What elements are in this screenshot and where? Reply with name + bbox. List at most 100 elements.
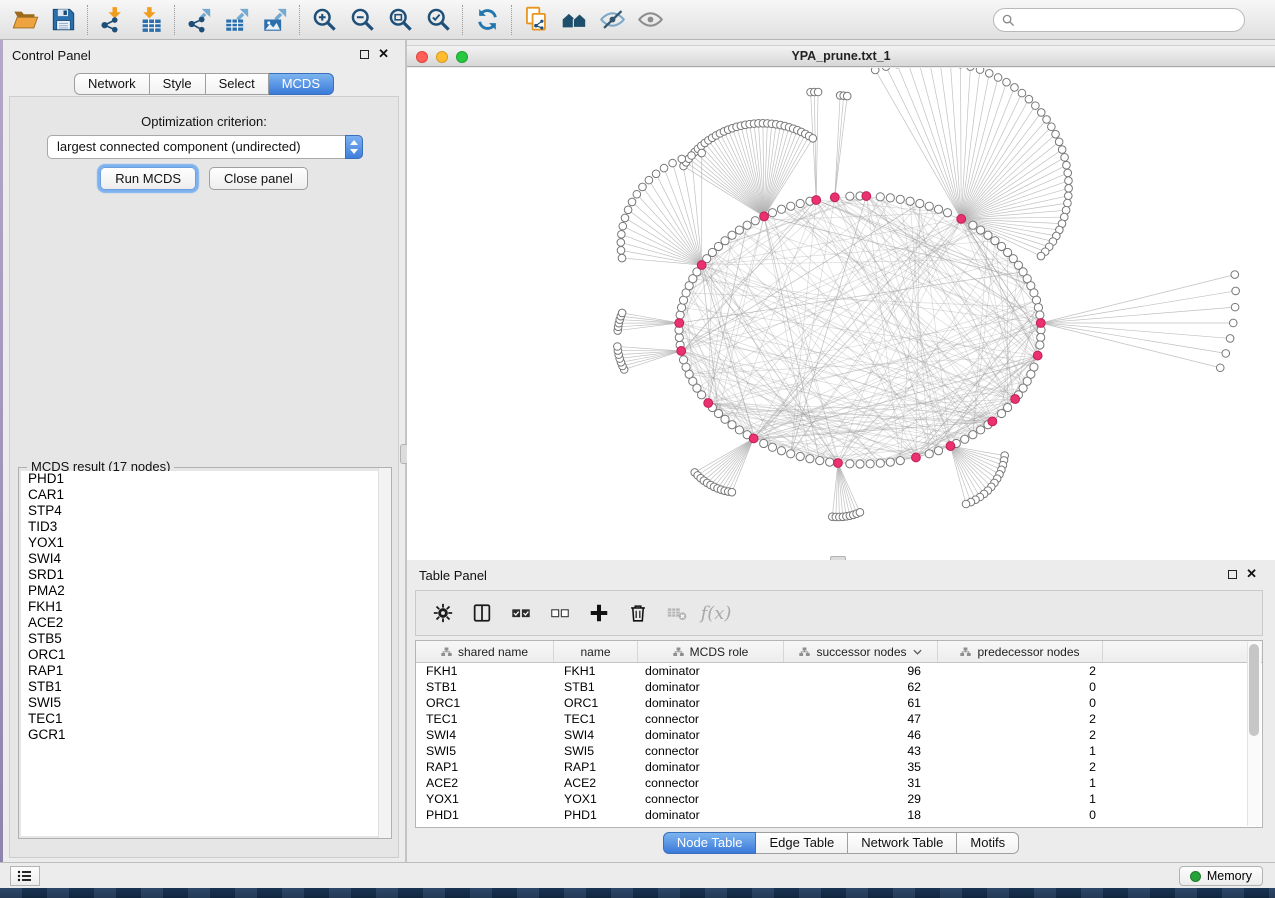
table-row[interactable]: PHD1PHD1dominator180 xyxy=(416,807,1262,823)
mcds-result-item[interactable]: PHD1 xyxy=(21,471,389,487)
mcds-result-item[interactable]: SRD1 xyxy=(21,567,389,583)
deselect-all-rows-button[interactable] xyxy=(547,600,573,626)
float-table-panel-icon[interactable] xyxy=(1228,570,1237,579)
add-column-button[interactable] xyxy=(586,600,612,626)
table-scrollbar-thumb[interactable] xyxy=(1249,644,1259,736)
select-all-rows-button[interactable] xyxy=(508,600,534,626)
table-row[interactable]: SWI5SWI5connector431 xyxy=(416,743,1262,759)
mcds-result-item[interactable]: ACE2 xyxy=(21,615,389,631)
export-image-button[interactable] xyxy=(256,3,294,37)
refresh-icon xyxy=(474,6,501,33)
mcds-result-item[interactable]: STB1 xyxy=(21,679,389,695)
table-cell: 31 xyxy=(784,775,938,791)
table-scrollbar[interactable] xyxy=(1247,642,1261,826)
table-cell: YOX1 xyxy=(416,791,554,807)
optimization-criterion-select[interactable]: largest connected component (undirected) xyxy=(47,135,363,159)
show-columns-button[interactable] xyxy=(469,600,495,626)
table-row[interactable]: RAP1RAP1dominator352 xyxy=(416,759,1262,775)
tab-mcds[interactable]: MCDS xyxy=(269,73,334,95)
table-cell: SWI4 xyxy=(416,727,554,743)
mcds-result-item[interactable]: GCR1 xyxy=(21,727,389,743)
mcds-result-item[interactable]: CAR1 xyxy=(21,487,389,503)
close-panel-button[interactable]: Close panel xyxy=(209,167,308,190)
mcds-result-item[interactable]: STP4 xyxy=(21,503,389,519)
mcds-result-item[interactable]: FKH1 xyxy=(21,599,389,615)
mcds-result-item[interactable]: TID3 xyxy=(21,519,389,535)
table-row[interactable]: STB1STB1dominator620 xyxy=(416,679,1262,695)
mcds-result-item[interactable]: TEC1 xyxy=(21,711,389,727)
search-field[interactable] xyxy=(993,8,1245,32)
export-network-button[interactable] xyxy=(180,3,218,37)
mcds-result-item[interactable]: SWI5 xyxy=(21,695,389,711)
open-folder-icon xyxy=(12,6,39,33)
status-menu-button[interactable] xyxy=(10,866,40,886)
mcds-result-item[interactable]: SWI4 xyxy=(21,551,389,567)
table-cell: SWI4 xyxy=(554,727,638,743)
hide-selected-button[interactable] xyxy=(593,3,631,37)
network-window-titlebar[interactable]: YPA_prune.txt_1 xyxy=(407,45,1275,67)
zoom-in-button[interactable] xyxy=(305,3,343,37)
mcds-result-item[interactable]: ORC1 xyxy=(21,647,389,663)
column-header-mcds-role[interactable]: MCDS role xyxy=(638,641,784,662)
tab-network-table[interactable]: Network Table xyxy=(848,832,957,854)
tab-edge-table[interactable]: Edge Table xyxy=(756,832,848,854)
table-row[interactable]: ORC1ORC1dominator610 xyxy=(416,695,1262,711)
toolbar-separator xyxy=(87,5,88,35)
zoom-selected-button[interactable] xyxy=(419,3,457,37)
table-cell: 47 xyxy=(784,711,938,727)
table-row[interactable]: FKH1FKH1dominator962 xyxy=(416,663,1262,679)
run-mcds-button[interactable]: Run MCDS xyxy=(100,167,196,190)
column-header-filler xyxy=(1103,641,1262,662)
first-neighbors-button[interactable] xyxy=(555,3,593,37)
float-panel-icon[interactable] xyxy=(360,50,369,59)
table-cell: 2 xyxy=(938,727,1103,743)
desktop-wallpaper-bottom xyxy=(0,888,1275,898)
mcds-result-item[interactable]: PMA2 xyxy=(21,583,389,599)
export-table-button[interactable] xyxy=(218,3,256,37)
table-row[interactable]: ACE2ACE2connector311 xyxy=(416,775,1262,791)
save-session-button[interactable] xyxy=(44,3,82,37)
table-cell: 35 xyxy=(784,759,938,775)
table-panel-title: Table Panel xyxy=(419,568,487,583)
tab-motifs[interactable]: Motifs xyxy=(957,832,1019,854)
table-cell: 1 xyxy=(938,743,1103,759)
refresh-button[interactable] xyxy=(468,3,506,37)
table-cell: dominator xyxy=(638,807,784,823)
table-cell: FKH1 xyxy=(554,663,638,679)
mcds-result-list[interactable]: PHD1CAR1STP4TID3YOX1SWI4SRD1PMA2FKH1ACE2… xyxy=(21,471,389,836)
table-row[interactable]: TEC1TEC1connector472 xyxy=(416,711,1262,727)
zoom-fit-button[interactable] xyxy=(381,3,419,37)
delete-column-button[interactable] xyxy=(625,600,651,626)
mcds-result-item[interactable]: STB5 xyxy=(21,631,389,647)
zoom-out-button[interactable] xyxy=(343,3,381,37)
toolbar-separator xyxy=(462,5,463,35)
export-image-icon xyxy=(262,6,289,33)
table-cell: connector xyxy=(638,775,784,791)
column-header-predecessor-nodes[interactable]: predecessor nodes xyxy=(938,641,1103,662)
column-header-successor-nodes[interactable]: successor nodes xyxy=(784,641,938,662)
import-network-icon xyxy=(99,6,126,33)
import-network-button[interactable] xyxy=(93,3,131,37)
memory-button[interactable]: Memory xyxy=(1179,866,1263,886)
mcds-list-scrollbar[interactable] xyxy=(378,468,391,838)
table-cell: RAP1 xyxy=(554,759,638,775)
tab-network[interactable]: Network xyxy=(74,73,150,95)
tab-node-table[interactable]: Node Table xyxy=(663,832,757,854)
search-input[interactable] xyxy=(1020,11,1244,29)
table-row[interactable]: YOX1YOX1connector291 xyxy=(416,791,1262,807)
show-all-button[interactable] xyxy=(631,3,669,37)
close-table-panel-icon[interactable]: ✕ xyxy=(1246,566,1257,582)
table-settings-button[interactable] xyxy=(430,600,456,626)
mcds-result-item[interactable]: YOX1 xyxy=(21,535,389,551)
open-session-button[interactable] xyxy=(6,3,44,37)
close-panel-icon[interactable]: ✕ xyxy=(378,46,389,62)
column-header-name[interactable]: name xyxy=(554,641,638,662)
tab-select[interactable]: Select xyxy=(206,73,269,95)
mcds-result-item[interactable]: RAP1 xyxy=(21,663,389,679)
duplicate-network-button[interactable] xyxy=(517,3,555,37)
table-row[interactable]: SWI4SWI4dominator462 xyxy=(416,727,1262,743)
tab-style[interactable]: Style xyxy=(150,73,206,95)
import-table-button[interactable] xyxy=(131,3,169,37)
network-canvas[interactable] xyxy=(407,68,1275,561)
column-header-shared-name[interactable]: shared name xyxy=(416,641,554,662)
